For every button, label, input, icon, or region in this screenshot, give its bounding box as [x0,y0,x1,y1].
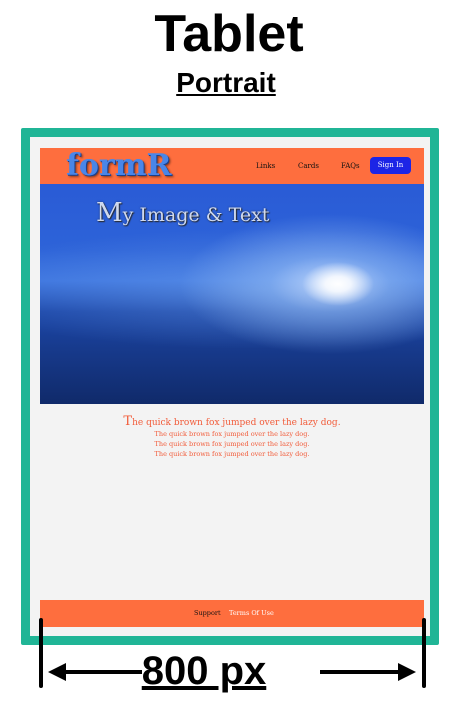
hero-title-rest: y Image & Text [122,204,270,226]
device-heading: Tablet [154,5,304,63]
right-arrow-icon [320,663,416,681]
hero-title-initial: M [96,198,123,228]
navbar: formR Links Cards FAQs Sign In [40,148,424,184]
sign-in-button[interactable]: Sign In [370,157,411,174]
content-line: The quick brown fox jumped over the lazy… [154,450,310,458]
left-arrow-icon [48,663,142,681]
website-preview: formR Links Cards FAQs Sign In My Image … [40,148,424,627]
orientation-subheading: Portrait [176,67,276,98]
nav-link-links[interactable]: Links [256,160,275,172]
content-lead: The quick brown fox jumped over the lazy… [40,414,424,429]
tablet-frame: formR Links Cards FAQs Sign In My Image … [21,128,439,645]
hero-title: My Image & Text [96,198,269,230]
content-line: The quick brown fox jumped over the lazy… [154,430,310,438]
content-lead-rest: he quick brown fox jumped over the lazy … [132,418,341,428]
hero-image: My Image & Text [40,184,424,404]
content-line: The quick brown fox jumped over the lazy… [154,440,310,448]
content-section: The quick brown fox jumped over the lazy… [40,404,424,459]
nav-link-cards[interactable]: Cards [298,160,319,172]
nav-links: Links Cards FAQs [40,148,424,184]
width-label: 800 px [141,649,267,693]
content-lead-initial: T [123,414,133,429]
nav-link-faqs[interactable]: FAQs [341,160,360,172]
